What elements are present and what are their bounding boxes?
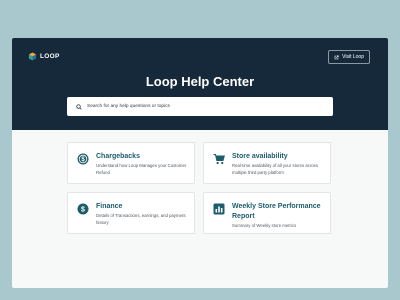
visit-loop-button[interactable]: Visit Loop [328,50,370,64]
card-title: Chargebacks [96,153,140,160]
page-title: Loop Help Center [145,74,255,89]
card-description: Summary of Weekly store metrics [232,223,297,228]
bar-chart-icon [213,203,225,215]
brand-name: LOOP [40,53,60,60]
card-description: Understand how Loop Manages your Custome… [96,163,187,175]
card-description: Real-time availability of all your store… [232,163,318,175]
search-icon [67,103,82,110]
card-title: Store availability [232,153,288,160]
visit-loop-label: Visit Loop [342,54,364,60]
loop-logo-icon [28,52,37,61]
search-input[interactable]: Search for any help questions or topics [67,97,333,116]
dollar-circle-icon: $ [77,153,89,165]
svg-text:$: $ [81,206,85,213]
search-placeholder: Search for any help questions or topics [87,104,170,109]
brand-logo[interactable]: LOOP [28,52,60,61]
external-link-icon [334,54,339,60]
card-store-availability[interactable]: Store availability Real-time availabilit… [203,142,331,184]
card-chargebacks[interactable]: $ Chargebacks Understand how Loop Manage… [67,142,195,184]
card-finance[interactable]: $ Finance Details of Transactions, earni… [67,192,195,234]
card-title: Finance [96,203,123,210]
cart-icon [213,153,225,165]
card-title: Weekly Store Performance Report [232,203,321,220]
dollar-circle-icon: $ [77,203,89,215]
help-center-window: LOOP Visit Loop Loop Help Center Search … [12,38,388,288]
card-weekly-store-performance[interactable]: Weekly Store Performance Report Summary … [203,192,331,234]
hero-banner: LOOP Visit Loop Loop Help Center Search … [12,38,388,130]
card-description: Details of Transactions, earnings, and p… [96,213,186,225]
